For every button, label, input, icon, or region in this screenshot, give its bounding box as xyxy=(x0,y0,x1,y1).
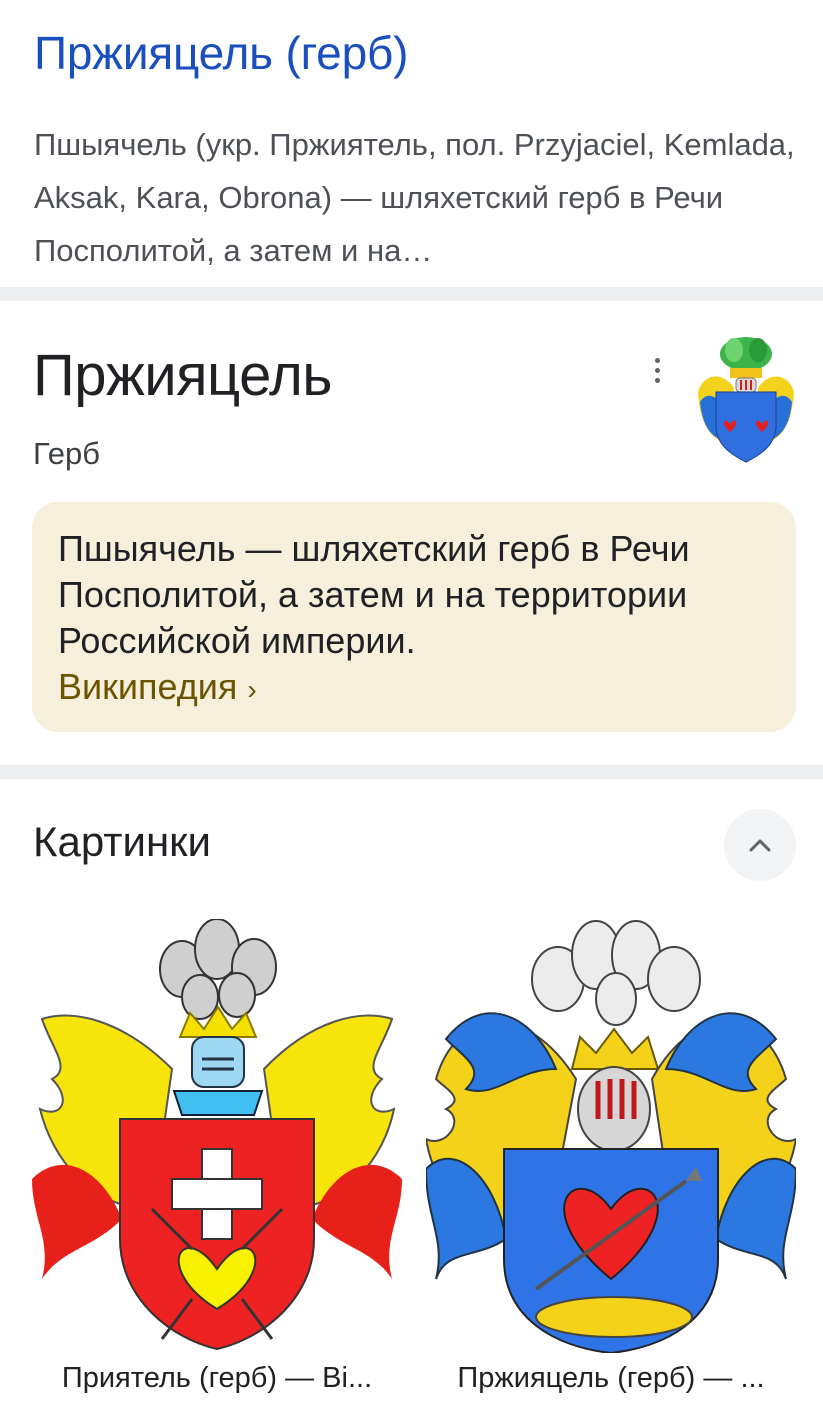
description-text: Пшыячель — шляхетский герб в Речи Поспол… xyxy=(58,528,690,661)
red-shield-coat-of-arms xyxy=(32,919,402,1353)
image-caption-2[interactable]: Пржияцель (герб) — ... xyxy=(426,1362,796,1395)
chevron-right-icon: › xyxy=(247,674,257,705)
result-title-link[interactable]: Пржияцель (герб) xyxy=(34,26,408,80)
section-divider xyxy=(0,287,823,301)
blue-shield-coat-of-arms xyxy=(426,919,796,1353)
images-heading: Картинки xyxy=(33,818,211,865)
coat-of-arms-thumbnail[interactable] xyxy=(694,332,798,464)
description-card: Пшыячель — шляхетский герб в Речи Поспол… xyxy=(32,502,796,732)
image-result-2[interactable] xyxy=(426,919,796,1353)
collapse-images-button[interactable] xyxy=(724,809,796,881)
knowledge-panel-title: Пржияцель xyxy=(33,343,333,408)
chevron-up-icon xyxy=(749,839,771,852)
wikipedia-link-label: Википедия xyxy=(58,666,238,707)
knowledge-panel-subtitle: Герб xyxy=(33,436,100,471)
section-divider xyxy=(0,765,823,779)
image-caption-1[interactable]: Приятель (герб) — Ві... xyxy=(32,1362,402,1395)
wikipedia-link[interactable]: Википедия › xyxy=(58,666,257,707)
result-snippet: Пшыячель (укр. Пржиятель, пол. Przyjacie… xyxy=(34,127,795,268)
more-vert-icon[interactable] xyxy=(643,356,671,386)
image-result-1[interactable] xyxy=(32,919,402,1353)
